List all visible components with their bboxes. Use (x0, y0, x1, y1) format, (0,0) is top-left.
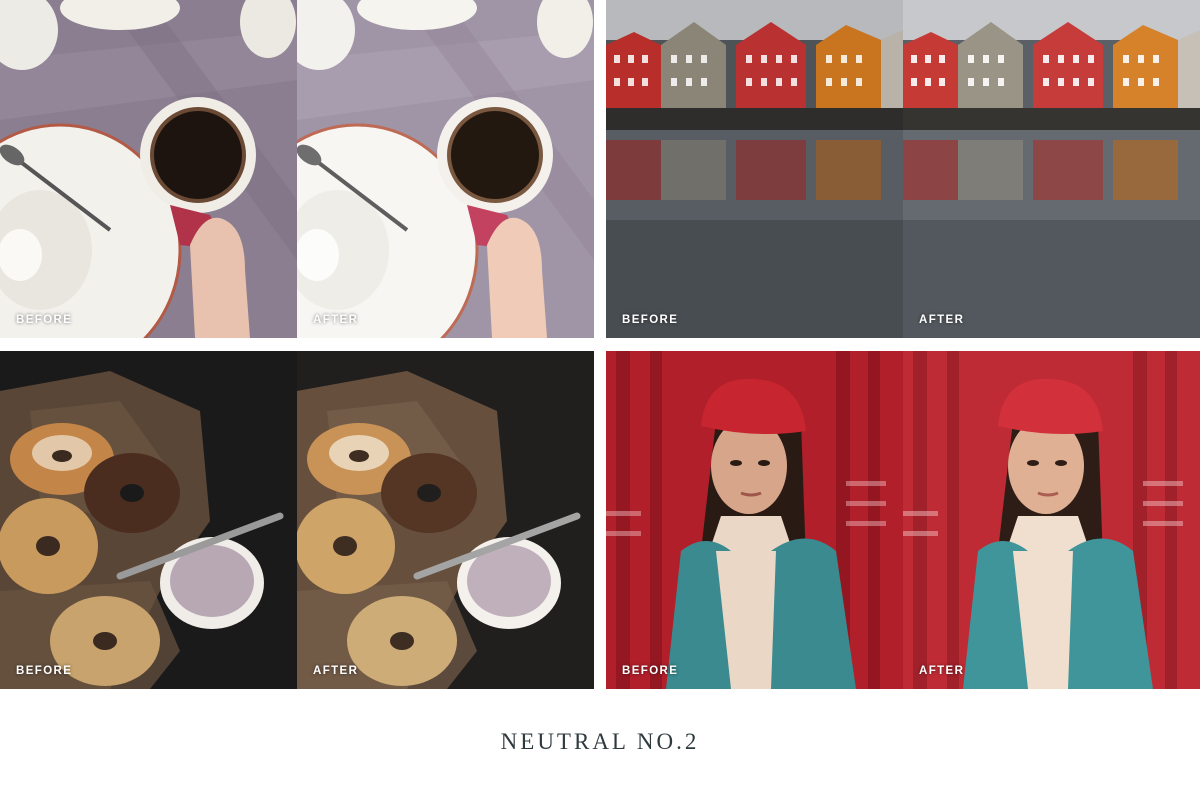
comparison-panel-portrait: BEFORE AFTER (606, 351, 1200, 689)
before-label: BEFORE (622, 314, 679, 326)
after-label: AFTER (313, 314, 359, 326)
comparison-panel-houses: BEFORE AFTER (606, 0, 1200, 338)
after-label: AFTER (919, 665, 965, 677)
before-label: BEFORE (16, 665, 73, 677)
before-photo-coffee: BEFORE (0, 0, 297, 338)
before-photo-houses: BEFORE (606, 0, 903, 338)
before-photo-bagels: BEFORE (0, 351, 297, 689)
after-label: AFTER (313, 665, 359, 677)
after-label: AFTER (919, 314, 965, 326)
before-label: BEFORE (622, 665, 679, 677)
before-photo-portrait: BEFORE (606, 351, 903, 689)
after-photo-houses: AFTER (903, 0, 1200, 338)
comparison-panel-coffee: BEFORE AFTER (0, 0, 594, 338)
after-photo-coffee: AFTER (297, 0, 594, 338)
after-photo-bagels: AFTER (297, 351, 594, 689)
after-photo-portrait: AFTER (903, 351, 1200, 689)
preset-title: NEUTRAL NO.2 (500, 729, 700, 754)
before-label: BEFORE (16, 314, 73, 326)
comparison-panel-bagels: BEFORE AFTER (0, 351, 594, 689)
